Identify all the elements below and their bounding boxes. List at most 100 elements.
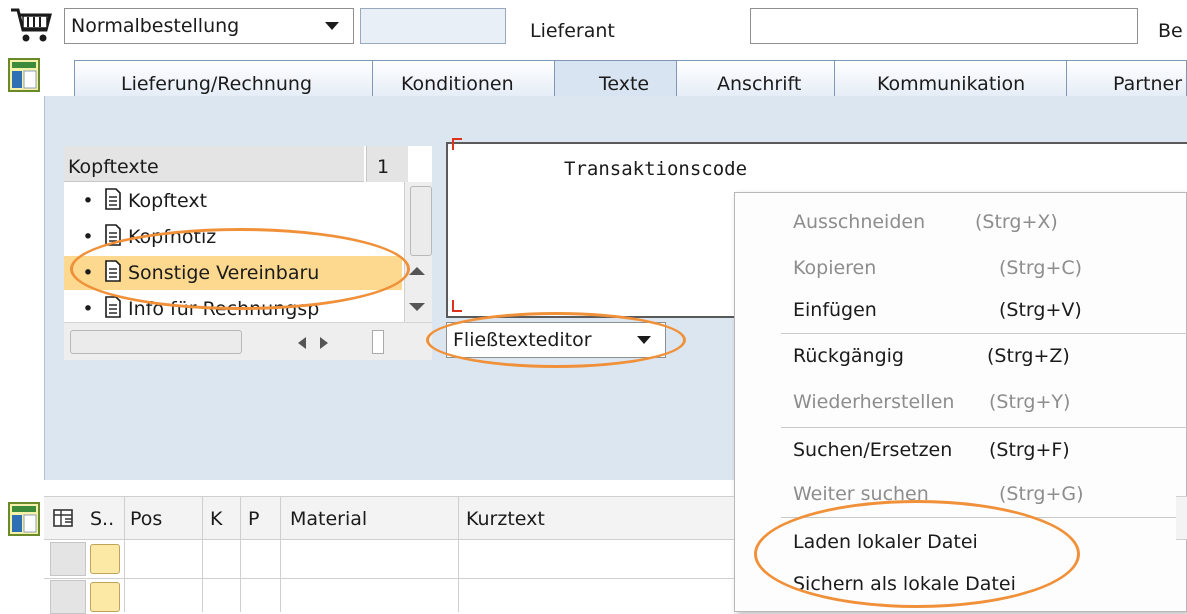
- tab-label: Partner: [1113, 73, 1183, 95]
- tab-address[interactable]: Anschrift: [676, 60, 842, 98]
- bullet-icon: •: [82, 262, 94, 284]
- row-status-cell[interactable]: [90, 582, 120, 612]
- list-item-header-text[interactable]: • Kopftext: [64, 186, 366, 216]
- chevron-down-icon: [325, 22, 339, 30]
- menu-item-cut[interactable]: Ausschneiden (Strg+X): [793, 211, 1058, 241]
- tab-conditions[interactable]: Konditionen: [372, 60, 562, 98]
- menu-item-undo[interactable]: Rückgängig (Strg+Z): [793, 345, 1070, 375]
- editor-corner-mark: [452, 138, 462, 150]
- order-number-field: [360, 8, 506, 44]
- menu-item-shortcut: (Strg+X): [975, 211, 1058, 233]
- table-header-edge: [1176, 496, 1187, 540]
- tab-delivery-invoice[interactable]: Lieferung/Rechnung: [74, 60, 380, 98]
- tab-strip: Lieferung/Rechnung Konditionen Texte Ans…: [44, 52, 1187, 99]
- context-menu: Ausschneiden (Strg+X) Kopieren (Strg+C) Ei…: [734, 192, 1187, 612]
- chevron-down-icon: [637, 336, 651, 344]
- list-item-label: Kopfnotiz: [128, 226, 217, 248]
- order-type-value: Normalbestellung: [71, 15, 240, 37]
- menu-item-paste[interactable]: Einfügen (Strg+V): [793, 299, 1082, 329]
- vertical-scroll-thumb[interactable]: [410, 186, 432, 256]
- column-header-k[interactable]: K: [210, 508, 222, 530]
- list-column-header[interactable]: Kopftexte: [64, 146, 364, 182]
- list-item-invoice-info[interactable]: • Info für Rechnungsp: [64, 294, 366, 324]
- menu-item-shortcut: (Strg+F): [989, 439, 1070, 461]
- menu-item-label: Weiter suchen: [793, 483, 929, 505]
- menu-item-find-replace[interactable]: Suchen/Ersetzen (Strg+F): [793, 439, 1070, 469]
- layout-toggle-icon[interactable]: [8, 502, 40, 536]
- tab-label: Kommunikation: [877, 73, 1026, 95]
- menu-item-label: Ausschneiden: [793, 211, 926, 233]
- scroll-down-icon[interactable]: [406, 298, 428, 320]
- list-item-label: Kopftext: [128, 190, 208, 212]
- column-divider: [124, 496, 125, 612]
- column-header-p[interactable]: P: [248, 508, 259, 530]
- menu-item-label: Kopieren: [793, 257, 877, 279]
- editor-mode-value: Fließtexteditor: [453, 329, 592, 351]
- supplier-label: Lieferant: [530, 20, 615, 42]
- tab-label: Anschrift: [717, 73, 802, 95]
- menu-separator: [781, 333, 1187, 334]
- menu-item-redo[interactable]: Wiederherstellen (Strg+Y): [793, 391, 1070, 421]
- row-selector[interactable]: [50, 542, 86, 576]
- column-header-material[interactable]: Material: [290, 508, 367, 530]
- menu-item-label: Rückgängig: [793, 345, 904, 367]
- list-item-label: Sonstige Vereinbaru: [128, 262, 320, 284]
- table-settings-icon[interactable]: [52, 508, 76, 535]
- menu-item-copy[interactable]: Kopieren (Strg+C): [793, 257, 1082, 287]
- column-header-status[interactable]: S..: [90, 508, 114, 530]
- menu-item-label: Suchen/Ersetzen: [793, 439, 953, 461]
- menu-item-shortcut: (Strg+Y): [989, 391, 1071, 413]
- document-icon: [104, 295, 122, 323]
- row-status-cell[interactable]: [90, 544, 120, 574]
- menu-item-shortcut: (Strg+G): [999, 483, 1084, 505]
- menu-separator: [781, 427, 1187, 428]
- menu-item-shortcut: (Strg+Z): [987, 345, 1070, 367]
- bullet-icon: •: [82, 226, 94, 248]
- scroll-right-icon[interactable]: [316, 334, 332, 357]
- column-header-short-text[interactable]: Kurztext: [466, 508, 545, 530]
- column-divider: [458, 496, 459, 612]
- bullet-icon: •: [82, 298, 94, 320]
- menu-item-shortcut: (Strg+C): [999, 257, 1083, 279]
- menu-separator: [781, 517, 1187, 518]
- document-icon: [104, 223, 122, 251]
- tab-partner[interactable]: Partner: [1066, 60, 1187, 98]
- column-divider: [202, 496, 203, 612]
- tab-label: Texte: [599, 73, 650, 95]
- list-item-header-note[interactable]: • Kopfnotiz: [64, 222, 366, 252]
- menu-item-label: Laden lokaler Datei: [793, 531, 978, 553]
- truncated-label: Be: [1158, 20, 1183, 42]
- layout-toggle-icon[interactable]: [8, 58, 40, 92]
- column-divider: [280, 496, 281, 612]
- menu-item-find-next[interactable]: Weiter suchen (Strg+G): [793, 483, 1084, 513]
- scroll-up-icon[interactable]: [406, 262, 428, 284]
- column-header-position[interactable]: Pos: [130, 508, 162, 530]
- column-divider: [240, 496, 241, 612]
- row-divider: [44, 578, 734, 579]
- editor-mode-dropdown[interactable]: Fließtexteditor: [446, 322, 666, 358]
- editor-line: Transaktionscode: [564, 158, 748, 180]
- bullet-icon: •: [82, 190, 94, 212]
- list-item-other-agreements[interactable]: • Sonstige Vereinbaru: [64, 256, 402, 290]
- menu-item-load-local-file[interactable]: Laden lokaler Datei: [793, 531, 978, 561]
- tab-label: Lieferung/Rechnung: [121, 73, 313, 95]
- order-type-dropdown[interactable]: Normalbestellung: [64, 8, 354, 44]
- tab-label: Konditionen: [401, 73, 514, 95]
- shopping-cart-icon[interactable]: [8, 6, 56, 48]
- menu-item-save-local-file[interactable]: Sichern als lokale Datei: [793, 573, 1016, 603]
- horizontal-scroll-thumb[interactable]: [70, 330, 242, 354]
- row-selector[interactable]: [50, 580, 86, 614]
- menu-item-shortcut: (Strg+V): [999, 299, 1082, 321]
- supplier-input[interactable]: [750, 8, 1138, 44]
- menu-item-label: Sichern als lokale Datei: [793, 573, 1016, 595]
- menu-item-label: Wiederherstellen: [793, 391, 955, 413]
- document-icon: [104, 259, 122, 287]
- tab-communication[interactable]: Kommunikation: [834, 60, 1074, 98]
- menu-item-label: Einfügen: [793, 299, 877, 321]
- scroll-left-icon[interactable]: [294, 334, 310, 357]
- list-column-header-small[interactable]: 1: [366, 146, 408, 182]
- list-item-label: Info für Rechnungsp: [128, 298, 320, 320]
- tab-texts[interactable]: Texte: [554, 60, 684, 99]
- scroll-corner: [372, 330, 384, 354]
- document-icon: [104, 187, 122, 215]
